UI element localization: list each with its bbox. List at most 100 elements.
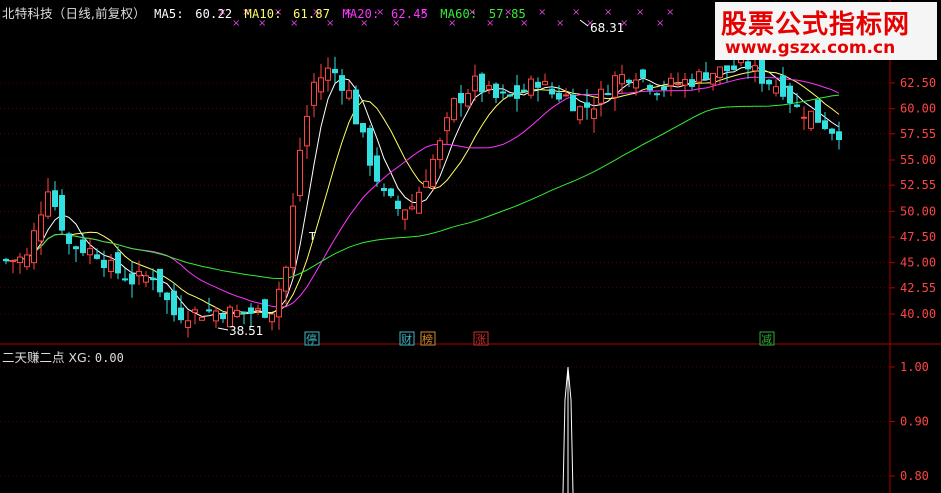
- candlestick[interactable]: [353, 85, 359, 125]
- candlestick[interactable]: [654, 92, 660, 101]
- event-badge-5[interactable]: 减: [759, 331, 775, 346]
- candlestick[interactable]: [52, 181, 58, 211]
- candlestick[interactable]: [486, 80, 492, 95]
- candlestick[interactable]: [346, 80, 352, 101]
- candlestick[interactable]: [479, 72, 485, 102]
- candlestick[interactable]: [668, 73, 674, 97]
- candlestick[interactable]: [612, 71, 618, 111]
- candlestick[interactable]: [255, 304, 261, 316]
- candlestick[interactable]: [220, 310, 226, 323]
- candlestick[interactable]: [542, 73, 548, 86]
- candlestick[interactable]: [276, 281, 282, 330]
- candlestick[interactable]: [773, 79, 779, 97]
- candlestick[interactable]: [171, 282, 177, 322]
- candlestick[interactable]: [269, 313, 275, 331]
- candlestick[interactable]: [794, 92, 800, 108]
- candlestick[interactable]: [283, 265, 289, 305]
- candlestick[interactable]: [367, 125, 373, 176]
- candlestick[interactable]: [325, 57, 331, 92]
- candlestick[interactable]: [514, 74, 520, 112]
- candlestick[interactable]: [17, 253, 23, 274]
- candlestick[interactable]: [444, 112, 450, 145]
- candlestick[interactable]: [388, 187, 394, 198]
- candlestick[interactable]: [59, 189, 65, 234]
- candlestick[interactable]: [290, 193, 296, 278]
- candlestick[interactable]: [710, 72, 716, 91]
- candlestick[interactable]: [416, 186, 422, 214]
- candlestick[interactable]: [605, 84, 611, 96]
- candlestick[interactable]: [234, 304, 240, 319]
- candlestick[interactable]: [808, 110, 814, 131]
- candlestick[interactable]: [304, 105, 310, 159]
- candlestick[interactable]: [38, 201, 44, 255]
- candlestick[interactable]: [122, 268, 128, 282]
- candlestick[interactable]: [703, 61, 709, 81]
- event-badge-4[interactable]: 涨: [473, 331, 489, 346]
- candlestick[interactable]: [129, 261, 135, 298]
- candlestick[interactable]: [66, 231, 72, 255]
- candlestick[interactable]: [451, 97, 457, 123]
- candlestick[interactable]: [87, 237, 93, 265]
- candlestick[interactable]: [430, 154, 436, 190]
- candlestick[interactable]: [402, 209, 408, 230]
- candlestick[interactable]: [591, 96, 597, 133]
- candlestick[interactable]: [661, 80, 667, 97]
- candlestick[interactable]: [472, 64, 478, 102]
- candlestick[interactable]: [136, 260, 142, 285]
- candlestick[interactable]: [675, 72, 681, 88]
- candlestick[interactable]: [10, 259, 16, 274]
- candlestick[interactable]: [815, 99, 821, 123]
- candlestick[interactable]: [185, 310, 191, 338]
- candlestick[interactable]: [822, 112, 828, 131]
- candlestick[interactable]: [724, 65, 730, 82]
- candlestick[interactable]: [549, 82, 555, 99]
- candlestick[interactable]: [94, 248, 100, 260]
- candlestick[interactable]: [528, 75, 534, 99]
- candlestick[interactable]: [493, 82, 499, 104]
- candlestick[interactable]: [332, 56, 338, 84]
- candlestick[interactable]: [577, 105, 583, 125]
- candlestick[interactable]: [647, 83, 653, 95]
- candlestick[interactable]: [395, 195, 401, 216]
- candlestick[interactable]: [829, 127, 835, 141]
- candlestick[interactable]: [31, 222, 37, 270]
- candlestick[interactable]: [598, 81, 604, 117]
- candlestick[interactable]: [73, 245, 79, 262]
- candlestick[interactable]: [584, 89, 590, 120]
- candlestick[interactable]: [626, 78, 632, 88]
- candlestick[interactable]: [570, 88, 576, 112]
- candlestick[interactable]: [780, 66, 786, 100]
- candlestick[interactable]: [717, 66, 723, 85]
- candlestick[interactable]: [192, 306, 198, 325]
- candlestick[interactable]: [423, 169, 429, 188]
- event-badge-2[interactable]: 财: [399, 331, 415, 346]
- candlestick[interactable]: [374, 147, 380, 187]
- candlestick[interactable]: [752, 60, 758, 83]
- candlestick[interactable]: [500, 84, 506, 100]
- candlestick[interactable]: [199, 316, 205, 321]
- candlestick[interactable]: [164, 291, 170, 314]
- candlestick[interactable]: [157, 268, 163, 297]
- event-badge-3[interactable]: 榜: [420, 331, 436, 346]
- candlestick[interactable]: [381, 183, 387, 197]
- candlestick[interactable]: [689, 73, 695, 90]
- candlestick[interactable]: [465, 88, 471, 109]
- chart-canvas[interactable]: ××××××××××××××××××××××××××× 62.5060.0057…: [0, 0, 941, 493]
- candlestick-layer[interactable]: [3, 45, 842, 338]
- candlestick[interactable]: [801, 106, 807, 130]
- candlestick[interactable]: [262, 298, 268, 319]
- candlestick[interactable]: [108, 254, 114, 279]
- candlestick[interactable]: [458, 85, 464, 117]
- candlestick[interactable]: [311, 73, 317, 118]
- candlestick[interactable]: [24, 247, 30, 271]
- candlestick[interactable]: [640, 68, 646, 83]
- candlestick[interactable]: [3, 257, 9, 265]
- candlestick[interactable]: [80, 233, 86, 256]
- candlestick[interactable]: [297, 137, 303, 202]
- candlestick[interactable]: [318, 63, 324, 100]
- candlestick[interactable]: [213, 306, 219, 328]
- candlestick[interactable]: [360, 123, 366, 138]
- candlestick[interactable]: [45, 178, 51, 219]
- candlestick[interactable]: [682, 72, 688, 98]
- candlestick[interactable]: [143, 271, 149, 288]
